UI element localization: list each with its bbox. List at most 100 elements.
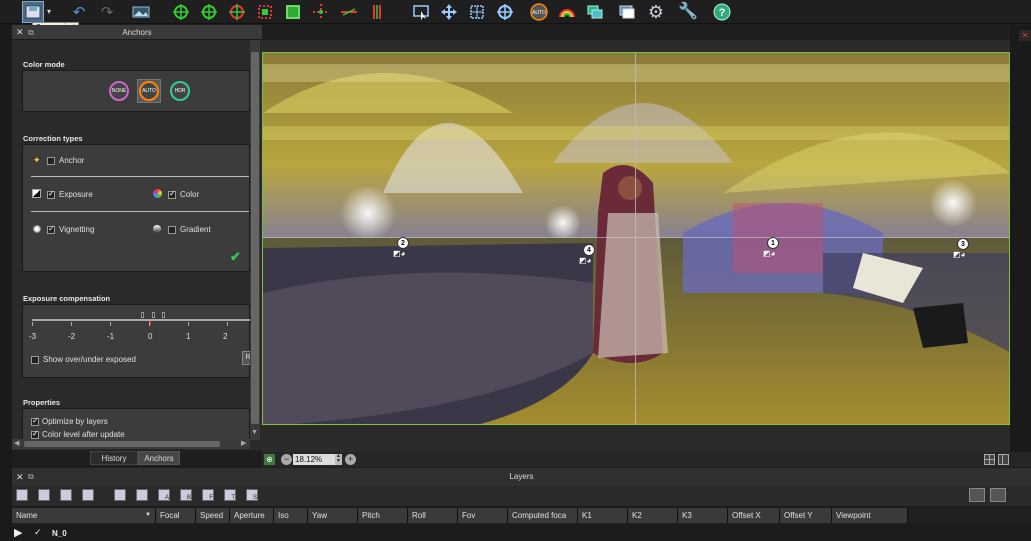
split-view-icon[interactable] — [998, 454, 1009, 465]
redo-icon[interactable]: ↷ — [96, 1, 118, 23]
panorama-icon[interactable] — [130, 1, 152, 23]
zoom-input[interactable]: 18.12% — [293, 454, 335, 465]
wrench-icon[interactable]: 🔧 — [677, 1, 699, 23]
exposure-slider-marker[interactable] — [141, 312, 144, 318]
column-header-name[interactable]: Name ▼ — [12, 508, 156, 523]
layers-icon[interactable] — [584, 1, 606, 23]
select-tool-icon[interactable] — [410, 1, 432, 23]
horizon-target-icon[interactable] — [170, 1, 192, 23]
column-header[interactable]: Yaw — [308, 508, 358, 523]
frame-icon[interactable] — [282, 1, 304, 23]
settings-gear-icon[interactable]: ⚙ — [645, 1, 667, 23]
show-over-under-checkbox[interactable] — [31, 355, 39, 364]
color-mode-none-button[interactable]: NONE — [109, 81, 129, 101]
column-header[interactable]: K2 — [628, 508, 678, 523]
expand-icon[interactable]: ▶ — [14, 526, 22, 539]
edit-layer-icon[interactable] — [60, 489, 72, 501]
float-layers-icon[interactable]: ⧉ — [28, 468, 34, 486]
reset-exposure-button[interactable]: R — [242, 351, 250, 365]
anchor-marker[interactable]: 4 — [583, 244, 595, 256]
zoom-spinner-icon[interactable]: ▲ ▼ — [335, 454, 342, 465]
group-s-icon[interactable]: S — [246, 489, 258, 501]
group-t-icon[interactable]: T — [224, 489, 236, 501]
scroll-left-icon[interactable]: ◀ — [14, 439, 19, 447]
anchor-marker[interactable]: 3 — [957, 238, 969, 250]
column-header[interactable]: Roll — [408, 508, 458, 523]
scroll-right-icon[interactable]: ▶ — [241, 439, 246, 447]
group-a-icon[interactable]: A — [158, 489, 170, 501]
color-mode-hdr-button[interactable]: HDR — [170, 81, 190, 101]
column-header[interactable]: K3 — [678, 508, 728, 523]
gradient-checkbox[interactable] — [168, 225, 176, 234]
exposure-slider-track[interactable] — [32, 319, 250, 321]
zoom-fit-icon[interactable]: ⊕ — [264, 454, 275, 465]
column-header[interactable]: Aperture — [230, 508, 274, 523]
exposure-checkbox[interactable] — [47, 189, 55, 199]
column-header[interactable]: Offset Y — [780, 508, 832, 523]
horizontal-line-icon[interactable] — [338, 1, 360, 23]
anchor-marker[interactable]: 2 — [397, 237, 409, 249]
column-header[interactable]: Computed foca — [508, 508, 578, 523]
rainbow-icon[interactable] — [556, 1, 578, 23]
float-panel-icon[interactable]: ⧉ — [28, 25, 34, 40]
remove-group-icon[interactable] — [136, 489, 148, 501]
rotate-target-icon[interactable] — [198, 1, 220, 23]
apply-checkmark-icon[interactable]: ✔ — [230, 249, 241, 265]
undo-icon[interactable]: ↶ — [68, 1, 90, 23]
group-b-icon[interactable]: B — [180, 489, 192, 501]
add-layer-icon[interactable] — [16, 489, 28, 501]
column-header[interactable]: Offset X — [728, 508, 780, 523]
table-row[interactable]: ▶ ✓ N_0 — [12, 525, 1031, 541]
color-mode-auto-button[interactable]: AUTO — [139, 81, 159, 101]
optimize-checkbox[interactable] — [31, 416, 39, 426]
exposure-slider-marker[interactable] — [162, 312, 165, 318]
column-header[interactable]: Iso — [274, 508, 308, 523]
tree-view-icon[interactable] — [990, 488, 1006, 502]
layer-settings-icon[interactable] — [82, 489, 94, 501]
panel-vertical-scrollbar[interactable]: ▼ — [250, 40, 260, 440]
move-point-icon[interactable] — [310, 1, 332, 23]
visible-check-icon[interactable]: ✓ — [34, 527, 42, 538]
group-f-icon[interactable]: F — [202, 489, 214, 501]
column-header[interactable]: Viewpoint — [832, 508, 908, 523]
close-layers-icon[interactable]: ✕ — [16, 468, 24, 486]
save-dropdown-icon[interactable]: ▾ — [44, 1, 54, 23]
column-header[interactable]: Pitch — [358, 508, 408, 523]
close-panel-icon[interactable]: ✕ — [16, 25, 24, 40]
tab-history[interactable]: History — [90, 451, 138, 465]
vertical-guide-line[interactable] — [635, 53, 636, 424]
remove-layer-icon[interactable] — [38, 489, 50, 501]
panel-horizontal-scrollbar[interactable]: ◀ ▶ — [12, 439, 250, 449]
zoom-in-button[interactable]: + — [345, 454, 356, 465]
scrollbar-thumb[interactable] — [251, 52, 259, 424]
help-icon[interactable]: ? — [711, 1, 733, 23]
tab-anchors[interactable]: Anchors — [138, 451, 180, 465]
anchor-checkbox[interactable] — [47, 156, 55, 165]
add-group-icon[interactable] — [114, 489, 126, 501]
vignetting-checkbox[interactable] — [47, 224, 55, 234]
target-tool-icon[interactable] — [494, 1, 516, 23]
column-header[interactable]: Fov — [458, 508, 508, 523]
transform-tool-icon[interactable] — [466, 1, 488, 23]
column-header[interactable]: Speed — [196, 508, 230, 523]
scrollbar-thumb[interactable] — [24, 441, 220, 447]
list-view-icon[interactable] — [969, 488, 985, 502]
horizontal-guide-line[interactable] — [263, 237, 1009, 238]
move-tool-icon[interactable] — [438, 1, 460, 23]
color-level-checkbox[interactable] — [31, 429, 39, 439]
crop-icon[interactable] — [254, 1, 276, 23]
zoom-out-button[interactable]: − — [281, 454, 292, 465]
auto-color-icon[interactable]: AUTO — [528, 1, 550, 23]
save-project-icon[interactable] — [22, 1, 44, 23]
exposure-slider-marker[interactable] — [152, 312, 155, 318]
color-checkbox[interactable] — [168, 189, 176, 199]
window-icon[interactable] — [616, 1, 638, 23]
panorama-viewer[interactable]: 1 ◩◕ 2 ◩◕ 3 ◩◕ 4 ◩◕ — [262, 52, 1010, 425]
column-header[interactable]: Focal — [156, 508, 196, 523]
grid-view-icon[interactable] — [984, 454, 995, 465]
set-center-icon[interactable] — [226, 1, 248, 23]
anchor-marker[interactable]: 1 — [767, 237, 779, 249]
scroll-down-icon[interactable]: ▼ — [251, 429, 258, 436]
column-header[interactable]: K1 — [578, 508, 628, 523]
vertical-lines-icon[interactable] — [366, 1, 388, 23]
